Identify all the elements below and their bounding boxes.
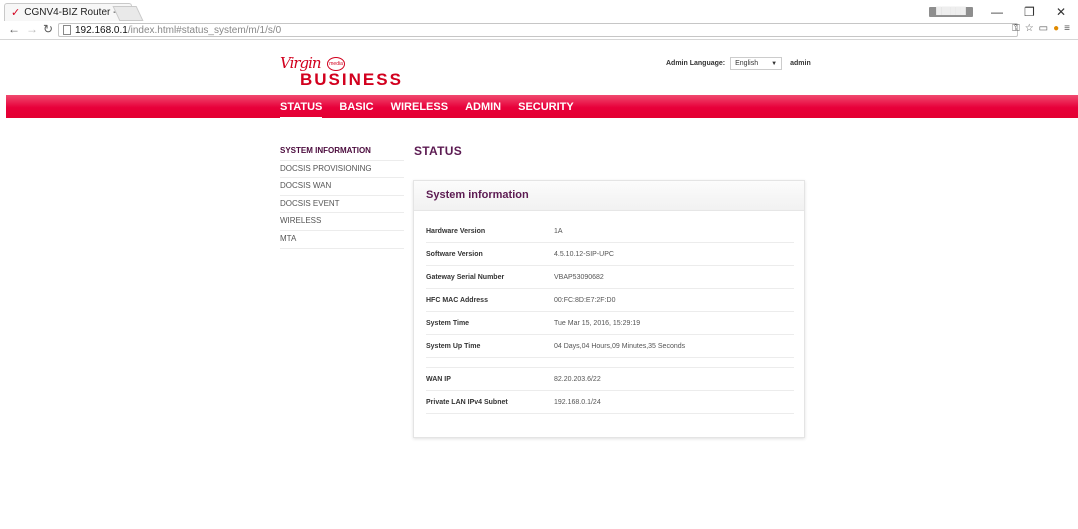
sidebar-item-system-information[interactable]: SYSTEM INFORMATION xyxy=(280,143,404,161)
user-name[interactable]: admin xyxy=(790,60,811,67)
info-value: 82.20.203.6/22 xyxy=(554,375,601,383)
nav-item-basic[interactable]: BASIC xyxy=(339,101,373,113)
info-row-system-time: System Time Tue Mar 15, 2016, 15:29:19 xyxy=(426,312,794,335)
info-label: Gateway Serial Number xyxy=(426,273,505,281)
extension-icon[interactable]: ● xyxy=(1053,23,1059,34)
page-icon xyxy=(63,25,71,35)
language-select[interactable]: English ▼ xyxy=(730,57,783,70)
language-area: Admin Language: English ▼ admin xyxy=(666,57,811,70)
info-row-gateway-serial: Gateway Serial Number VBAP53090682 xyxy=(426,266,794,289)
minimize-button[interactable]: — xyxy=(991,5,1003,19)
sidebar: SYSTEM INFORMATION DOCSIS PROVISIONING D… xyxy=(280,143,404,249)
info-label: System Up Time xyxy=(426,342,481,350)
sidebar-item-docsis-event[interactable]: DOCSIS EVENT xyxy=(280,196,404,214)
info-label: System Time xyxy=(426,319,470,327)
info-row-system-up-time: System Up Time 04 Days,04 Hours,09 Minut… xyxy=(426,335,794,358)
language-label: Admin Language: xyxy=(666,60,726,67)
nav-item-status[interactable]: STATUS xyxy=(280,101,323,119)
chevron-down-icon: ▼ xyxy=(771,60,778,67)
info-row-wan-ip: WAN IP 82.20.203.6/22 xyxy=(426,368,794,391)
sidebar-item-wireless[interactable]: WIRELESS xyxy=(280,213,404,231)
info-row-hfc-mac: HFC MAC Address 00:FC:8D:E7:2F:D0 xyxy=(426,289,794,312)
back-arrow-icon[interactable]: ← xyxy=(8,22,20,36)
sidebar-item-docsis-provisioning[interactable]: DOCSIS PROVISIONING xyxy=(280,161,404,179)
info-value: VBAP53090682 xyxy=(554,273,604,281)
info-value: 04 Days,04 Hours,09 Minutes,35 Seconds xyxy=(554,342,686,350)
panel-title: System information xyxy=(426,189,529,201)
info-label: WAN IP xyxy=(426,375,451,383)
info-label: HFC MAC Address xyxy=(426,296,488,304)
nav-item-security[interactable]: SECURITY xyxy=(518,101,574,113)
menu-icon[interactable]: ≡ xyxy=(1064,23,1070,34)
page-title: STATUS xyxy=(414,144,463,158)
key-icon[interactable]: ⚿ xyxy=(1012,23,1020,34)
info-label: Private LAN IPv4 Subnet xyxy=(426,398,508,406)
sidebar-item-mta[interactable]: MTA xyxy=(280,231,404,249)
info-row-software-version: Software Version 4.5.10.12-SIP-UPC xyxy=(426,243,794,266)
close-window-button[interactable]: ✕ xyxy=(1056,5,1066,19)
url-path: /index.html#status_system/m/1/s/0 xyxy=(127,24,282,36)
logo-business: BUSINESS xyxy=(300,70,403,89)
browser-toolbar: ← → ↻ 192.168.0.1 /index.html#status_sys… xyxy=(0,21,1078,40)
browser-tabstrip: ✓ CGNV4-BIZ Router - × ██████ — ❐ ✕ xyxy=(0,0,1078,21)
url-host: 192.168.0.1 xyxy=(75,24,128,36)
info-value: 1A xyxy=(554,227,563,235)
address-bar[interactable]: 192.168.0.1 /index.html#status_system/m/… xyxy=(58,23,1018,37)
info-table: Hardware Version 1A Software Version 4.5… xyxy=(426,220,794,414)
panel-header: System information xyxy=(414,181,804,211)
tab-title: CGNV4-BIZ Router - xyxy=(24,7,117,18)
info-label: Software Version xyxy=(426,250,483,258)
system-information-panel: System information Hardware Version 1A S… xyxy=(413,180,805,438)
info-value: 00:FC:8D:E7:2F:D0 xyxy=(554,296,616,304)
profile-badge[interactable]: ██████ xyxy=(929,7,973,17)
logo-circle: media xyxy=(327,56,346,71)
info-label: Hardware Version xyxy=(426,227,486,235)
sidebar-item-docsis-wan[interactable]: DOCSIS WAN xyxy=(280,178,404,196)
reload-icon[interactable]: ↻ xyxy=(43,22,53,36)
virgin-business-logo: Virgin media BUSINESS xyxy=(280,54,401,89)
info-row-spacer xyxy=(426,358,794,368)
cast-icon[interactable]: ▭ xyxy=(1039,23,1048,34)
info-row-private-lan: Private LAN IPv4 Subnet 192.168.0.1/24 xyxy=(426,391,794,414)
nav-item-admin[interactable]: ADMIN xyxy=(465,101,501,113)
star-icon[interactable]: ☆ xyxy=(1025,23,1034,34)
virgin-favicon-icon: ✓ xyxy=(11,7,21,19)
info-row-hardware-version: Hardware Version 1A xyxy=(426,220,794,243)
nav-item-wireless[interactable]: WIRELESS xyxy=(391,101,448,113)
main-navbar: STATUS BASIC WIRELESS ADMIN SECURITY xyxy=(6,95,1078,119)
info-value: 192.168.0.1/24 xyxy=(554,398,601,406)
info-value: Tue Mar 15, 2016, 15:29:19 xyxy=(554,319,641,327)
forward-arrow-icon[interactable]: → xyxy=(26,22,38,36)
toolbar-icons: ⚿ ☆ ▭ ● ≡ xyxy=(1012,23,1070,34)
language-value: English xyxy=(735,60,759,67)
restore-button[interactable]: ❐ xyxy=(1024,5,1035,19)
info-value: 4.5.10.12-SIP-UPC xyxy=(554,250,614,258)
